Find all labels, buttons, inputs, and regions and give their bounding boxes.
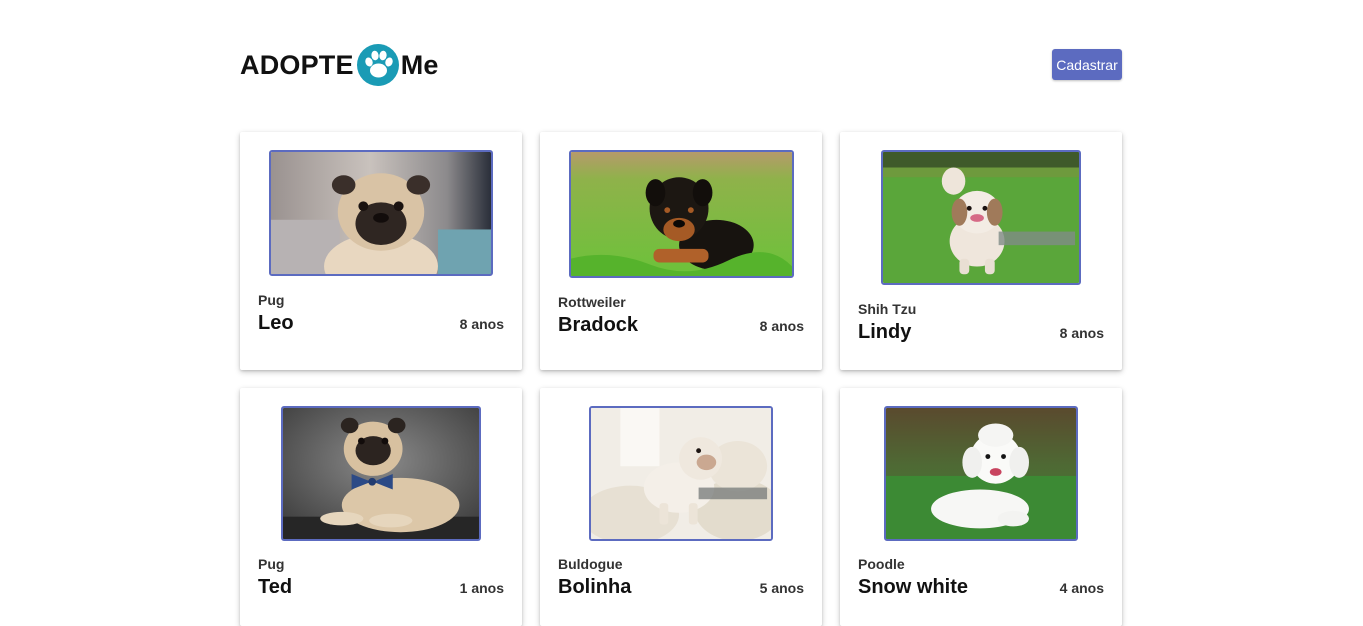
register-button[interactable]: Cadastrar: [1052, 49, 1122, 80]
pet-breed: Pug: [258, 292, 285, 308]
pet-breed: Shih Tzu: [858, 301, 917, 317]
pet-age: 8 anos: [1059, 325, 1104, 341]
pet-name: Snow white: [858, 576, 968, 598]
pet-breed: Pug: [258, 556, 285, 572]
pet-age: 1 anos: [459, 580, 504, 596]
pet-breed: Poodle: [858, 556, 905, 572]
rottweiler-puppy-photo: [569, 150, 794, 278]
pet-card[interactable]: Pug Leo 8 anos: [240, 132, 522, 370]
app-header: ADOPTE Me Cadastrar: [240, 40, 1122, 88]
pet-name: Bolinha: [558, 576, 632, 598]
pet-breed: Buldogue: [558, 556, 623, 572]
pug-photo: [269, 150, 493, 276]
pet-card[interactable]: Rottweiler Bradock 8 anos: [540, 132, 822, 370]
pet-breed: Rottweiler: [558, 294, 626, 310]
adopteme-logo[interactable]: ADOPTE Me: [240, 42, 439, 88]
shih-tzu-photo: [881, 150, 1081, 285]
logo-text-right: Me: [400, 49, 439, 80]
paw-icon: [356, 43, 400, 87]
pug-with-bowtie-photo: [281, 406, 481, 541]
pet-age: 5 anos: [759, 580, 804, 596]
pet-name: Bradock: [558, 314, 639, 336]
pet-age: 4 anos: [1059, 580, 1104, 596]
pet-name: Lindy: [858, 321, 912, 343]
poodle-photo: [884, 406, 1078, 541]
pet-card[interactable]: Buldogue Bolinha 5 anos: [540, 388, 822, 626]
pet-name: Ted: [258, 576, 293, 598]
logo-text-left: ADOPTE: [240, 49, 354, 80]
pet-card[interactable]: Shih Tzu Lindy 8 anos: [840, 132, 1122, 370]
pet-name: Leo: [258, 312, 294, 334]
pet-card[interactable]: Pug Ted 1 anos: [240, 388, 522, 626]
pet-age: 8 anos: [759, 318, 804, 334]
pet-age: 8 anos: [459, 316, 504, 332]
pet-card[interactable]: Poodle Snow white 4 anos: [840, 388, 1122, 626]
bulldog-photo: [589, 406, 773, 541]
